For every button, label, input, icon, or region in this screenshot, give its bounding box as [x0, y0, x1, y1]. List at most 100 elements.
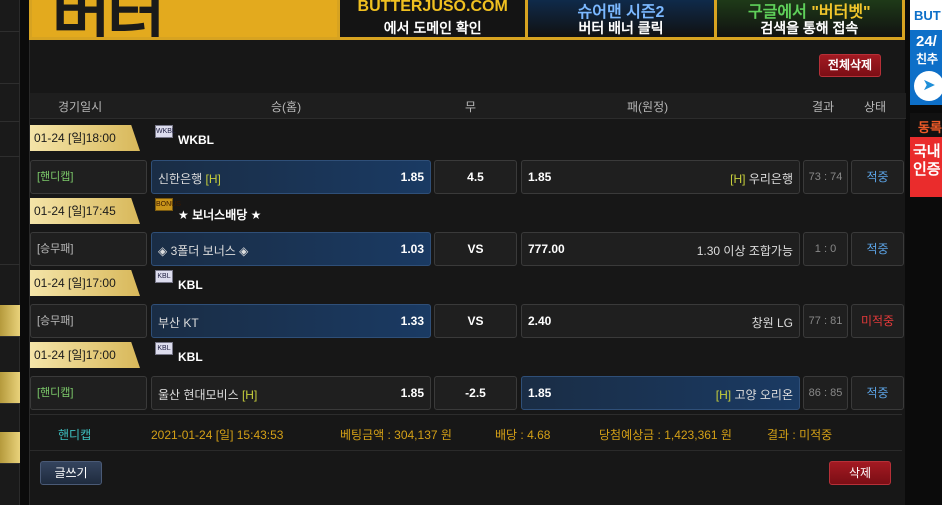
kbl-league-icon: KBL — [155, 342, 173, 355]
strip-segment[interactable] — [0, 90, 20, 122]
strip-segment[interactable] — [0, 52, 20, 84]
handicap-mark: [H] — [730, 172, 746, 186]
top-banner[interactable]: 버터 BUTTERJUSO.COM 에서 도메인 확인 슈어맨 시즌2 버터 배… — [29, 0, 905, 40]
summary-result: 결과 : 미적중 — [767, 428, 833, 442]
header-home: 승(홈) — [271, 100, 302, 114]
ad-brand: BUT — [910, 0, 942, 30]
delete-all-button[interactable]: 전체삭제 — [819, 54, 881, 77]
home-odd: 1.85 — [400, 170, 424, 184]
draw-cell[interactable]: VS — [434, 232, 517, 266]
league-name: KBL — [178, 278, 203, 292]
draw-cell[interactable]: 4.5 — [434, 160, 517, 194]
game-date: 01-24 [일]17:00 — [30, 342, 140, 368]
summary-datetime: 2021-01-24 [일] 15:43:53 — [151, 428, 284, 442]
strip-segment[interactable] — [0, 233, 20, 265]
handicap-mark: [H] — [715, 388, 732, 402]
ad-friend: 친추 — [916, 52, 939, 66]
away-odd: 2.40 — [528, 314, 552, 328]
home-odds-cell[interactable]: 신한은행 [H] 1.85 — [151, 160, 431, 194]
league-name: KBL — [178, 350, 203, 364]
strip-segment[interactable] — [0, 0, 20, 32]
strip-segment-gold[interactable] — [0, 432, 20, 464]
away-odds-cell[interactable]: 2.40 창원 LG — [521, 304, 800, 338]
game-score: 77 : 81 — [803, 304, 848, 338]
away-team: [H] 고양 오리온 — [716, 386, 793, 403]
ad2-line2: 인증 — [913, 161, 941, 178]
domestic-ad[interactable]: 동록 국내 인증 — [910, 113, 942, 197]
summary-bet-amount: 베팅금액 : 304,137 원 — [340, 428, 452, 442]
banner-season-sub: 버터 배너 클릭 — [578, 20, 664, 36]
bet-type: [핸디캡] — [30, 376, 147, 410]
away-odds-cell[interactable]: 777.00 1.30 이상 조합가능 — [521, 232, 800, 266]
bet-row: [승무패] 부산 KT 1.33 VS 2.40 창원 LG 77 : 81 미… — [30, 304, 906, 338]
league-name: ★ 보너스배당 ★ — [178, 208, 262, 222]
league-row: 01-24 [일]17:00 KBL KBL — [30, 266, 906, 296]
home-odd: 1.33 — [400, 314, 424, 328]
game-date: 01-24 [일]18:00 — [30, 125, 140, 151]
bet-status: 적중 — [851, 160, 904, 194]
wkbl-league-icon: WKBL — [155, 125, 176, 138]
draw-cell[interactable]: -2.5 — [434, 376, 517, 410]
home-odd: 1.03 — [400, 242, 424, 256]
bet-status: 적중 — [851, 232, 904, 266]
away-team-name: 고양 오리온 — [734, 388, 793, 402]
home-team: 신한은행 [H] — [158, 170, 221, 187]
ad2-line1: 국내 — [913, 143, 941, 160]
away-team-name: 우리은행 — [748, 172, 793, 186]
home-team-name: ◈ 3폴더 보너스 ◈ — [158, 244, 249, 258]
summary-odds: 배당 : 4.68 — [495, 428, 551, 442]
game-score: 1 : 0 — [803, 232, 848, 266]
bet-status: 미적중 — [851, 304, 904, 338]
away-team: [H] 우리은행 — [730, 170, 793, 187]
bet-row: [핸디캡] 신한은행 [H] 1.85 4.5 1.85 [H] 우리은행 73… — [30, 160, 906, 194]
home-odds-cell[interactable]: 부산 KT 1.33 — [151, 304, 431, 338]
header-status: 상태 — [864, 100, 887, 114]
away-odd: 1.85 — [528, 170, 552, 184]
away-team-name: 1.30 이상 조합가능 — [696, 244, 793, 258]
delete-button[interactable]: 삭제 — [829, 461, 891, 485]
banner-google-cell[interactable]: 구글에서 "버터벳" 검색을 통해 접속 — [716, 0, 902, 37]
header-draw: 무 — [465, 100, 477, 114]
home-odds-cell[interactable]: 울산 현대모비스 [H] 1.85 — [151, 376, 431, 410]
league-row: 01-24 [일]18:00 WKBL WKBL — [30, 121, 906, 151]
write-post-button[interactable]: 글쓰기 — [40, 461, 102, 485]
home-odd: 1.85 — [400, 386, 424, 400]
divider — [30, 450, 902, 451]
away-odd: 777.00 — [528, 242, 565, 256]
banner-logo: 버터 — [32, 0, 337, 37]
away-odds-cell[interactable]: 1.85 [H] 우리은행 — [521, 160, 800, 194]
bet-row: [승무패] ◈ 3폴더 보너스 ◈ 1.03 VS 777.00 1.30 이상… — [30, 232, 906, 266]
telegram-ad[interactable]: BUT 24/ 친추 ➤ — [910, 0, 942, 105]
banner-domain-cell[interactable]: BUTTERJUSO.COM 에서 도메인 확인 — [340, 0, 526, 37]
header-away: 패(원정) — [627, 100, 669, 114]
home-team: 울산 현대모비스 [H] — [158, 386, 257, 403]
telegram-icon: ➤ — [914, 71, 942, 101]
banner-season-cell[interactable]: 슈어맨 시즌2 버터 배너 클릭 — [528, 0, 714, 37]
bet-history-panel: 전체삭제 경기일시 승(홈) 무 패(원정) 결과 상태 01-24 [일]18… — [29, 40, 906, 505]
bet-row: [핸디캡] 울산 현대모비스 [H] 1.85 -2.5 1.85 [H] 고양… — [30, 376, 906, 410]
handicap-mark: [H] — [205, 172, 221, 186]
bet-type: [승무패] — [30, 232, 147, 266]
league-row: 01-24 [일]17:00 KBL KBL — [30, 338, 906, 368]
home-team-name: 부산 KT — [158, 316, 199, 330]
ad2-red-box: 국내 인증 — [910, 137, 942, 197]
strip-segment[interactable] — [0, 125, 20, 157]
bet-type: [핸디캡] — [30, 160, 147, 194]
bet-status: 적중 — [851, 376, 904, 410]
game-date: 01-24 [일]17:00 — [30, 270, 140, 296]
league-row: 01-24 [일]17:45 BONUS ★ 보너스배당 ★ — [30, 194, 906, 224]
away-odds-cell[interactable]: 1.85 [H] 고양 오리온 — [521, 376, 800, 410]
table-header: 경기일시 승(홈) 무 패(원정) 결과 상태 — [30, 93, 906, 119]
strip-segment-gold[interactable] — [0, 372, 20, 404]
handicap-mark: [H] — [241, 388, 258, 402]
home-team-name: 신한은행 — [158, 172, 203, 186]
bet-type: [승무패] — [30, 304, 147, 338]
strip-segment-gold[interactable] — [0, 305, 20, 337]
banner-domain-sub: 에서 도메인 확인 — [383, 20, 482, 36]
draw-cell[interactable]: VS — [434, 304, 517, 338]
game-score: 86 : 85 — [803, 376, 848, 410]
home-odds-cell[interactable]: ◈ 3폴더 보너스 ◈ 1.03 — [151, 232, 431, 266]
ad-24h: 24/ — [916, 33, 937, 50]
game-score: 73 : 74 — [803, 160, 848, 194]
league-name: WKBL — [178, 133, 214, 147]
